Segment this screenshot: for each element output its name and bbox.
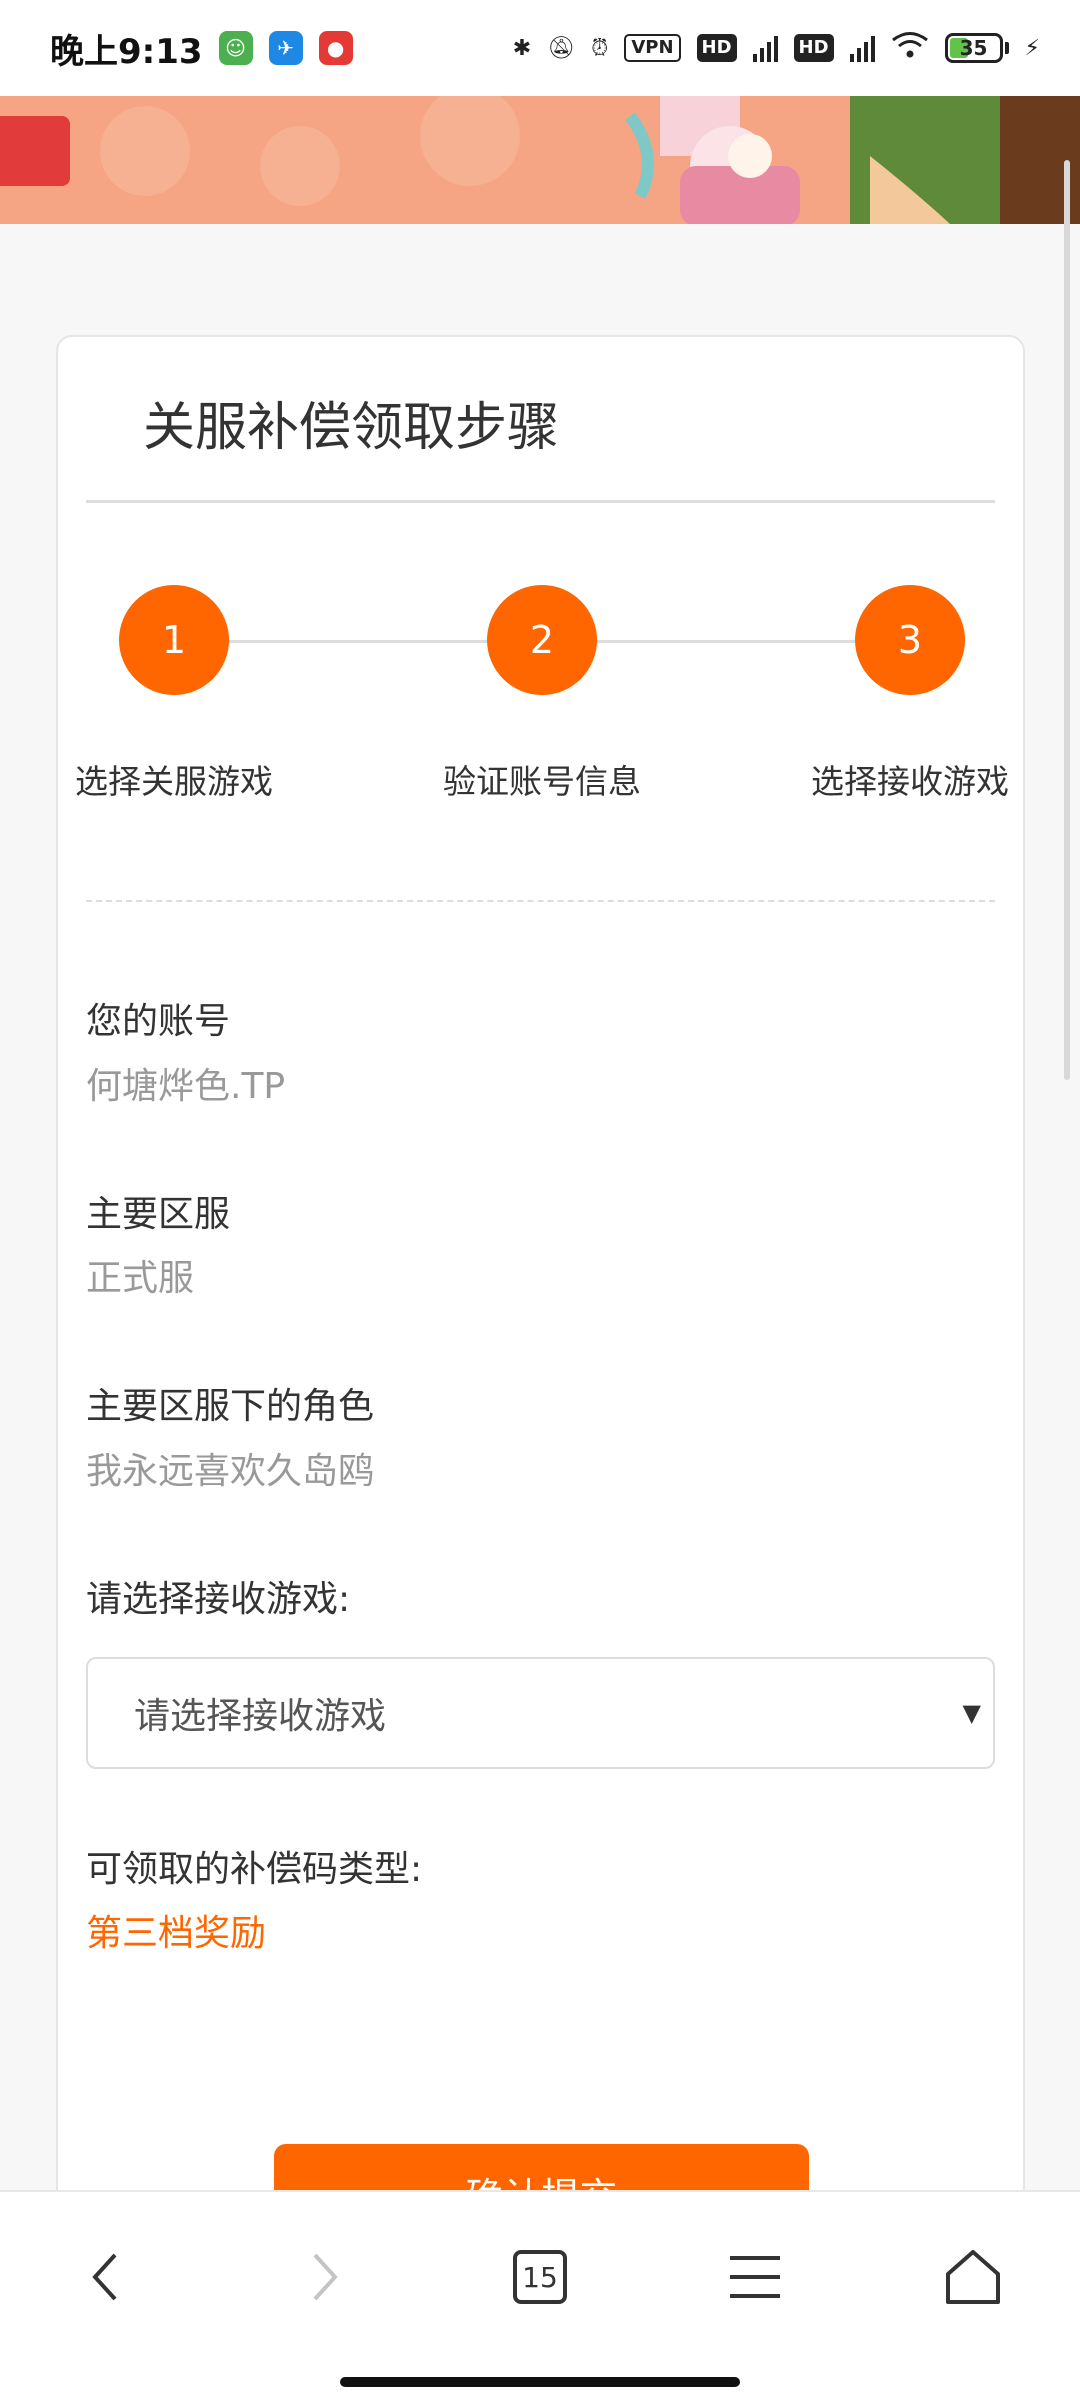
receive-game-label: 请选择接收游戏: <box>86 1579 351 1620</box>
top-banner <box>0 96 1080 224</box>
battery-icon: 35 <box>944 33 1009 63</box>
receive-game-select-value: 请选择接收游戏 <box>134 1696 387 1737</box>
gift-box-image <box>0 116 70 186</box>
forward-arrow-icon <box>313 2253 338 2301</box>
alarm-icon: ⏰︎ <box>591 35 609 61</box>
tabs-button[interactable]: 15 <box>485 2222 595 2332</box>
server-label: 主要区服 <box>86 1194 231 1235</box>
receive-game-select[interactable]: 请选择接收游戏 ▼ <box>86 1657 995 1769</box>
reward-type-label: 可领取的补偿码类型: <box>86 1849 423 1890</box>
account-label: 您的账号 <box>86 1001 231 1042</box>
browser-app-icon: ● <box>318 31 353 65</box>
step-3-label: 选择接收游戏 <box>811 762 1009 801</box>
menu-button[interactable] <box>700 2222 810 2332</box>
role-label: 主要区服下的角色 <box>86 1386 375 1427</box>
mute-bell-icon: 🔕︎ <box>547 35 576 61</box>
home-indicator-bar[interactable] <box>340 2377 740 2387</box>
home-button[interactable] <box>918 2222 1028 2332</box>
step-1-label: 选择关服游戏 <box>75 762 273 801</box>
compensation-card: 关服补偿领取步骤 1 2 3 选择关服游戏 验证账号信息 选择接收游戏 您的账号… <box>56 335 1025 2400</box>
status-time: 晚上9:13 <box>50 31 203 72</box>
step-2-circle: 2 <box>487 585 597 695</box>
section-divider <box>86 900 995 902</box>
tab-count: 15 <box>513 2250 567 2304</box>
role-value: 我永远喜欢久岛鸥 <box>86 1451 375 1492</box>
signal-icon-2 <box>849 34 875 62</box>
title-divider <box>86 500 995 503</box>
hd-badge: HD <box>696 34 737 62</box>
app-notification-icon: ☺ <box>218 31 253 65</box>
scrollbar[interactable] <box>1064 160 1070 1080</box>
vpn-badge: VPN <box>624 34 681 62</box>
forward-button[interactable] <box>270 2222 380 2332</box>
browser-bottom-nav: 15 <box>0 2190 1080 2400</box>
status-bar: 晚上9:13 ☺ ✈ ● ✱ 🔕︎ ⏰︎ VPN HD HD 35 ⚡︎ <box>0 0 1080 96</box>
message-app-icon: ✈ <box>268 31 303 65</box>
banner-character-art <box>625 96 1080 224</box>
back-arrow-icon <box>92 2253 117 2301</box>
dropdown-arrow-icon: ▼ <box>962 1699 981 1727</box>
back-button[interactable] <box>50 2222 160 2332</box>
bluetooth-icon: ✱ <box>512 35 532 61</box>
step-3-circle: 3 <box>855 585 965 695</box>
menu-icon <box>730 2256 780 2298</box>
hd-badge-2: HD <box>793 34 834 62</box>
card-title: 关服补偿领取步骤 <box>143 398 560 458</box>
home-icon <box>946 2250 1000 2304</box>
wifi-icon <box>891 31 929 65</box>
charging-icon: ⚡︎ <box>1024 35 1040 61</box>
server-value: 正式服 <box>86 1258 195 1299</box>
signal-icon <box>752 34 778 62</box>
step-1-circle: 1 <box>119 585 229 695</box>
reward-type-value: 第三档奖励 <box>86 1913 267 1954</box>
account-value: 何塘烨色.TP <box>86 1066 286 1107</box>
step-2-label: 验证账号信息 <box>443 762 641 801</box>
